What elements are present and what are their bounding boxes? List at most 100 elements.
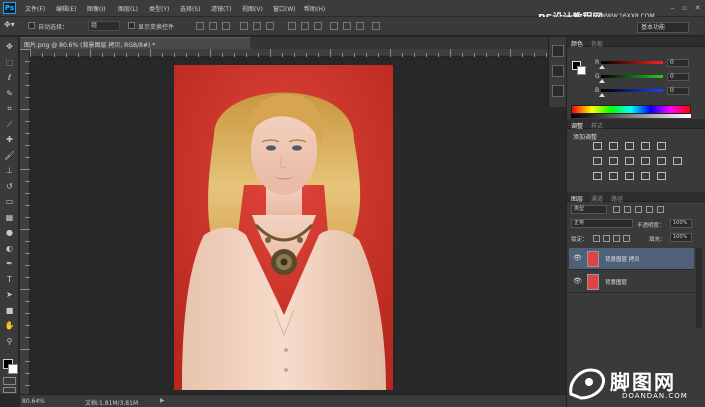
eye-icon[interactable]: 👁 xyxy=(573,277,582,285)
distribute-top-icon[interactable] xyxy=(288,22,296,30)
pen-tool-icon[interactable]: ✒ xyxy=(3,258,16,269)
menu-help[interactable]: 帮助(H) xyxy=(304,4,325,13)
distribute-vcenter-icon[interactable] xyxy=(301,22,309,30)
color-lookup-icon[interactable] xyxy=(673,157,682,165)
color-bg-swatch[interactable] xyxy=(577,66,586,75)
document-tab[interactable]: 图片.png @ 80.6% (背景图层 拷贝, RGB/8#) * xyxy=(20,37,250,49)
auto-select-checkbox[interactable] xyxy=(28,22,35,29)
align-top-icon[interactable] xyxy=(196,22,204,30)
properties-panel-icon[interactable] xyxy=(552,65,564,77)
auto-select-dropdown[interactable]: 组 xyxy=(88,21,120,31)
filter-shape-icon[interactable] xyxy=(646,206,653,213)
zoom-tool-icon[interactable]: ⚲ xyxy=(3,336,16,347)
channel-mixer-icon[interactable] xyxy=(657,157,666,165)
eye-icon[interactable]: 👁 xyxy=(573,254,582,262)
menu-view[interactable]: 视图(V) xyxy=(242,4,263,13)
tab-color[interactable]: 颜色 xyxy=(571,39,583,48)
layer-row[interactable]: 👁 背景图层 拷贝 xyxy=(569,248,694,270)
workspace-switcher[interactable]: 基本功能 xyxy=(637,22,689,33)
gradient-tool-icon[interactable]: ▦ xyxy=(3,212,16,223)
levels-icon[interactable] xyxy=(609,142,618,150)
align-vcenter-icon[interactable] xyxy=(209,22,217,30)
history-panel-icon[interactable] xyxy=(552,45,564,57)
lock-transparent-icon[interactable] xyxy=(593,235,600,242)
shape-tool-icon[interactable]: ■ xyxy=(3,305,16,316)
menu-file[interactable]: 文件(F) xyxy=(25,4,45,13)
blue-value[interactable]: 0 xyxy=(667,87,689,95)
menu-type[interactable]: 类型(Y) xyxy=(149,4,169,13)
align-left-icon[interactable] xyxy=(240,22,248,30)
filter-smart-icon[interactable] xyxy=(657,206,664,213)
filter-type-icon[interactable] xyxy=(635,206,642,213)
healing-brush-icon[interactable]: ✚ xyxy=(3,134,16,145)
selective-color-icon[interactable] xyxy=(657,172,666,180)
align-right-icon[interactable] xyxy=(266,22,274,30)
vibrance-icon[interactable] xyxy=(657,142,666,150)
layer-name[interactable]: 背景图层 拷贝 xyxy=(605,255,640,263)
restore-button[interactable]: ▫ xyxy=(680,4,689,12)
posterize-icon[interactable] xyxy=(609,172,618,180)
lock-position-icon[interactable] xyxy=(613,235,620,242)
clone-stamp-icon[interactable]: ⊥ xyxy=(3,165,16,176)
align-bottom-icon[interactable] xyxy=(222,22,230,30)
menu-window[interactable]: 窗口(W) xyxy=(273,4,296,13)
blue-slider[interactable] xyxy=(601,89,663,92)
tab-styles[interactable]: 样式 xyxy=(591,121,603,130)
dodge-tool-icon[interactable]: ◐ xyxy=(3,243,16,254)
info-panel-icon[interactable] xyxy=(552,85,564,97)
close-button[interactable]: ✕ xyxy=(693,4,702,12)
eraser-tool-icon[interactable]: ▭ xyxy=(3,196,16,207)
menu-image[interactable]: 图像(I) xyxy=(87,4,105,13)
background-color-swatch[interactable] xyxy=(8,364,18,374)
quick-mask-icon[interactable] xyxy=(3,377,16,385)
blue-slider-thumb[interactable] xyxy=(599,93,605,97)
tab-swatches[interactable]: 色板 xyxy=(591,39,603,48)
gradient-map-icon[interactable] xyxy=(641,172,650,180)
hand-tool-icon[interactable]: ✋ xyxy=(3,320,16,331)
minimize-button[interactable]: – xyxy=(668,4,677,12)
path-select-icon[interactable]: ➤ xyxy=(3,289,16,300)
portrait-photo[interactable] xyxy=(174,65,393,390)
layers-scrollbar[interactable] xyxy=(696,248,702,328)
exposure-icon[interactable] xyxy=(641,142,650,150)
status-menu-arrow-icon[interactable]: ▶ xyxy=(160,397,165,404)
menu-filter[interactable]: 滤镜(T) xyxy=(211,4,231,13)
filter-adjust-icon[interactable] xyxy=(624,206,631,213)
color-balance-icon[interactable] xyxy=(609,157,618,165)
hue-sat-icon[interactable] xyxy=(593,157,602,165)
invert-icon[interactable] xyxy=(593,172,602,180)
tab-paths[interactable]: 路径 xyxy=(611,194,623,203)
red-slider[interactable] xyxy=(601,61,663,64)
auto-align-icon[interactable] xyxy=(372,22,380,30)
tab-layers[interactable]: 图层 xyxy=(571,194,583,203)
layer-row[interactable]: 👁 背景图层 xyxy=(569,271,694,293)
green-slider[interactable] xyxy=(601,75,663,78)
curves-icon[interactable] xyxy=(625,142,634,150)
green-slider-thumb[interactable] xyxy=(599,79,605,83)
move-tool-preset-icon[interactable]: ✥▾ xyxy=(4,20,15,29)
layer-filter-dropdown[interactable]: 类型 xyxy=(571,205,607,214)
lock-pixels-icon[interactable] xyxy=(603,235,610,242)
lock-all-icon[interactable] xyxy=(623,235,630,242)
distribute-left-icon[interactable] xyxy=(330,22,338,30)
brightness-icon[interactable] xyxy=(593,142,602,150)
move-tool-icon[interactable]: ✥ xyxy=(3,41,16,52)
fill-input[interactable]: 100% xyxy=(670,233,692,242)
distribute-right-icon[interactable] xyxy=(356,22,364,30)
lasso-tool-icon[interactable]: ℓ xyxy=(3,72,16,83)
menu-select[interactable]: 选择(S) xyxy=(180,4,201,13)
distribute-bottom-icon[interactable] xyxy=(314,22,322,30)
type-tool-icon[interactable]: T xyxy=(3,274,16,285)
opacity-input[interactable]: 100% xyxy=(670,219,692,228)
blend-mode-dropdown[interactable]: 正常 xyxy=(571,219,633,228)
tab-adjustments[interactable]: 调整 xyxy=(571,121,583,130)
quick-select-tool-icon[interactable]: ✎ xyxy=(3,88,16,99)
history-brush-icon[interactable]: ↺ xyxy=(3,181,16,192)
layer-name[interactable]: 背景图层 xyxy=(605,278,627,286)
photo-filter-icon[interactable] xyxy=(641,157,650,165)
eyedropper-tool-icon[interactable]: ⟋ xyxy=(3,119,16,130)
marquee-tool-icon[interactable]: ⬚ xyxy=(3,57,16,68)
green-value[interactable]: 0 xyxy=(667,73,689,81)
menu-edit[interactable]: 编辑(E) xyxy=(56,4,76,13)
blur-tool-icon[interactable]: ● xyxy=(3,227,16,238)
